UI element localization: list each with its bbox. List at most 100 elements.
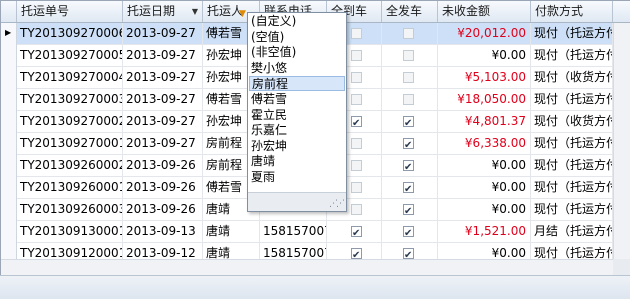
filter-dropdown[interactable]: 夏雨 唐靖 孙宏坤 乐嘉仁 霍立民 傅若雪 房前程 樊小悠 (非空值) (空值) (自定义) ⋰⋰ <box>247 12 347 212</box>
row-indicator[interactable] <box>1 177 17 199</box>
cell-date[interactable]: 2013-09-27 <box>123 45 203 66</box>
row-indicator[interactable] <box>1 133 17 155</box>
checkbox-arrived[interactable] <box>351 182 362 193</box>
horizontal-scrollbar[interactable] <box>1 259 613 276</box>
col-header-all-sent[interactable]: 全发车 <box>382 1 438 22</box>
cell-amount[interactable]: ¥0.00 <box>438 45 531 66</box>
resize-grip[interactable]: ⋰⋰ <box>248 192 346 211</box>
checkbox-arrived[interactable] <box>351 223 362 242</box>
row-indicator[interactable] <box>1 111 17 133</box>
cell-no[interactable]: TY201309270003 <box>17 89 123 110</box>
checkbox-sent[interactable] <box>403 223 414 242</box>
checkbox-arrived[interactable] <box>351 160 362 171</box>
cell-payment[interactable]: 现付（托运方付） <box>531 45 613 66</box>
cell-date[interactable]: 2013-09-26 <box>123 155 203 176</box>
cell-payment[interactable]: 现付（托运方付） <box>531 155 613 176</box>
checkbox-arrived[interactable] <box>351 245 362 264</box>
cell-amount[interactable]: ¥4,801.37 <box>438 111 531 132</box>
filter-option[interactable]: (非空值) <box>249 45 345 60</box>
row-indicator[interactable] <box>1 221 17 243</box>
col-header-label: 托运单号 <box>21 4 70 18</box>
col-header-payment-method[interactable]: 付款方式 <box>531 1 613 22</box>
checkbox-arrived[interactable] <box>351 204 362 215</box>
col-header-date[interactable]: 托运日期 ▼ <box>123 1 203 22</box>
cell-no[interactable]: TY201309260003 <box>17 199 123 220</box>
filter-option[interactable]: (自定义) <box>249 14 345 29</box>
row-indicator[interactable] <box>1 67 17 89</box>
filter-option[interactable]: 傅若雪 <box>249 92 345 107</box>
cell-no[interactable]: TY201309270001 <box>17 133 123 154</box>
checkbox-arrived[interactable] <box>351 72 362 83</box>
checkbox-sent[interactable] <box>403 50 414 61</box>
cell-payment[interactable]: 现付（托运方付） <box>531 177 613 198</box>
row-indicator[interactable] <box>1 155 17 177</box>
col-header-unpaid-amount[interactable]: 未收金额 <box>438 1 531 22</box>
filter-option[interactable]: 霍立民 <box>249 108 345 123</box>
checkbox-sent[interactable] <box>403 135 414 154</box>
cell-phone[interactable]: 158157007 <box>260 221 327 242</box>
checkbox-arrived[interactable] <box>351 138 362 149</box>
cell-date[interactable]: 2013-09-27 <box>123 111 203 132</box>
filter-option[interactable]: 房前程 <box>249 76 345 92</box>
checkbox-sent[interactable] <box>403 245 414 264</box>
cell-payment[interactable]: 现付（收货方付） <box>531 111 613 132</box>
row-indicator[interactable]: ▶ <box>1 23 17 45</box>
filter-option[interactable]: (空值) <box>249 30 345 45</box>
cell-amount[interactable]: ¥20,012.00 <box>438 23 531 44</box>
cell-date[interactable]: 2013-09-26 <box>123 199 203 220</box>
row-indicator[interactable] <box>1 45 17 67</box>
row-indicator[interactable] <box>1 199 17 221</box>
cell-amount[interactable]: ¥0.00 <box>438 199 531 220</box>
cell-payment[interactable]: 月结（托运方付） <box>531 221 613 242</box>
col-header-waybill-no[interactable]: 托运单号 <box>17 1 123 22</box>
checkbox-sent[interactable] <box>403 201 414 220</box>
cell-amount[interactable]: ¥0.00 <box>438 155 531 176</box>
filter-option[interactable]: 樊小悠 <box>249 61 345 76</box>
cell-sent <box>382 199 438 220</box>
cell-amount[interactable]: ¥6,338.00 <box>438 133 531 154</box>
cell-amount[interactable]: ¥1,521.00 <box>438 221 531 242</box>
checkbox-sent[interactable] <box>403 28 414 39</box>
cell-date[interactable]: 2013-09-27 <box>123 67 203 88</box>
cell-date[interactable]: 2013-09-27 <box>123 89 203 110</box>
vertical-scrollbar[interactable] <box>613 23 630 259</box>
cell-no[interactable]: TY201309260002 <box>17 155 123 176</box>
filter-option[interactable]: 孙宏坤 <box>249 139 345 154</box>
cell-date[interactable]: 2013-09-26 <box>123 177 203 198</box>
cell-payment[interactable]: 现付（托运方付） <box>531 23 613 44</box>
cell-payment[interactable]: 现付（托运方付） <box>531 89 613 110</box>
cell-date[interactable]: 2013-09-27 <box>123 133 203 154</box>
checkbox-sent[interactable] <box>403 113 414 132</box>
cell-no[interactable]: TY201309270004 <box>17 67 123 88</box>
cell-date[interactable]: 2013-09-13 <box>123 221 203 242</box>
cell-no[interactable]: TY201309130001 <box>17 221 123 242</box>
checkbox-sent[interactable] <box>403 179 414 198</box>
cell-amount[interactable]: ¥0.00 <box>438 177 531 198</box>
table-row[interactable]: TY2013091300012013-09-13唐靖158157007 ¥1,52… <box>1 221 613 243</box>
cell-payment[interactable]: 现付（托运方付） <box>531 199 613 220</box>
filter-option[interactable]: 夏雨 <box>249 170 345 185</box>
checkbox-arrived[interactable] <box>351 94 362 105</box>
checkbox-sent[interactable] <box>403 94 414 105</box>
cell-date[interactable]: 2013-09-27 <box>123 23 203 44</box>
cell-amount[interactable]: ¥5,103.00 <box>438 67 531 88</box>
filter-option[interactable]: 唐靖 <box>249 154 345 169</box>
cell-no[interactable]: TY201309270006 <box>17 23 123 44</box>
checkbox-arrived[interactable] <box>351 113 362 132</box>
cell-amount[interactable]: ¥18,050.00 <box>438 89 531 110</box>
filter-funnel-icon[interactable]: ▼ <box>239 4 246 22</box>
filter-option[interactable]: 乐嘉仁 <box>249 123 345 138</box>
cell-no[interactable]: TY201309270005 <box>17 45 123 66</box>
checkbox-arrived[interactable] <box>351 28 362 39</box>
checkbox-arrived[interactable] <box>351 50 362 61</box>
sort-descending-icon[interactable]: ▼ <box>192 1 198 22</box>
row-indicator[interactable] <box>1 89 17 111</box>
cell-payment[interactable]: 现付（托运方付） <box>531 133 613 154</box>
cell-no[interactable]: TY201309270002 <box>17 111 123 132</box>
checkbox-sent[interactable] <box>403 157 414 176</box>
current-row-arrow-icon: ▶ <box>5 28 12 37</box>
checkbox-sent[interactable] <box>403 72 414 83</box>
cell-shipper[interactable]: 唐靖 <box>203 221 260 242</box>
cell-payment[interactable]: 现付（收货方付） <box>531 67 613 88</box>
cell-no[interactable]: TY201309260001 <box>17 177 123 198</box>
